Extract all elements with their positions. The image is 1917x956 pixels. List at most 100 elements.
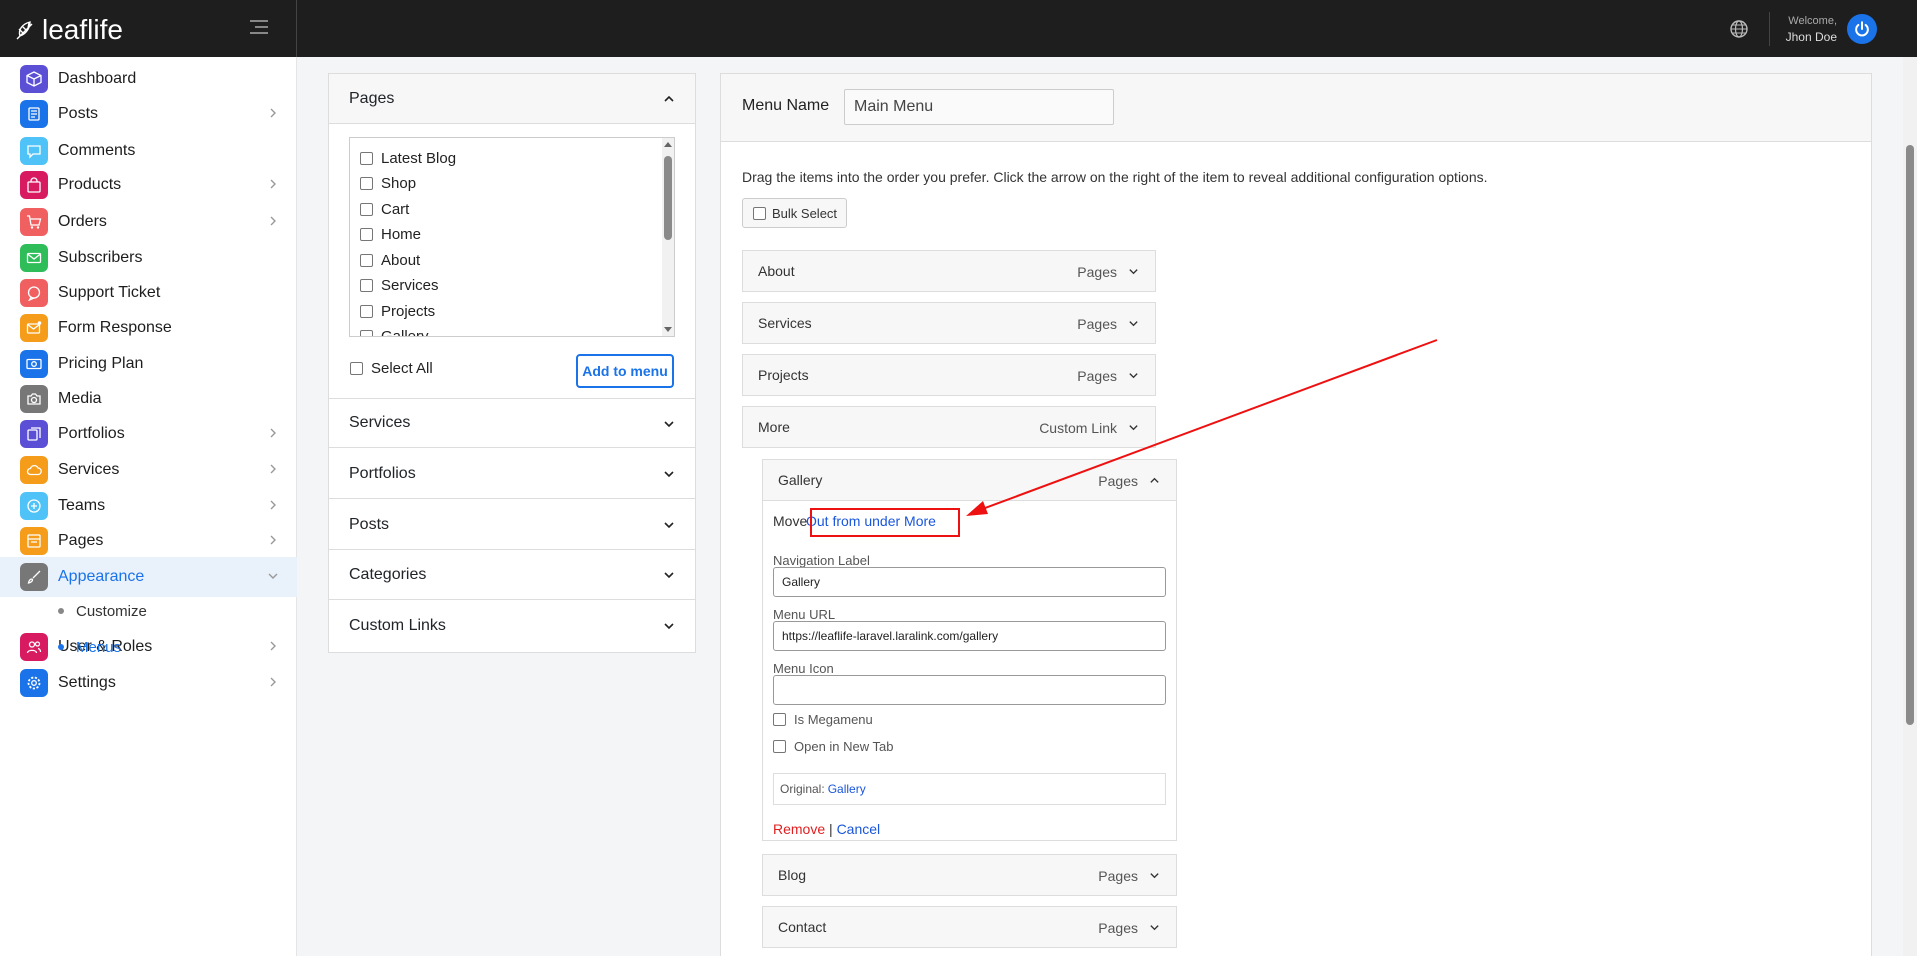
chevron-down-icon[interactable] bbox=[1128, 370, 1139, 381]
sidebar-item-products[interactable]: Products bbox=[0, 165, 297, 205]
accordion-custom-links-header[interactable]: Custom Links bbox=[329, 601, 695, 651]
sidebar-item-orders[interactable]: Orders bbox=[0, 202, 297, 242]
page-option[interactable]: Cart bbox=[360, 201, 409, 218]
remove-link[interactable]: Remove bbox=[773, 821, 825, 837]
page-option[interactable]: Shop bbox=[360, 175, 416, 192]
sidebar-item-support-ticket[interactable]: Support Ticket bbox=[0, 273, 297, 313]
menu-item-services[interactable]: Services Pages bbox=[742, 302, 1156, 344]
plus-circle-icon bbox=[20, 492, 48, 520]
user-name: Jhon Doe bbox=[1785, 29, 1837, 44]
menu-item-blog[interactable]: Blog Pages bbox=[762, 854, 1177, 896]
page-option-checkbox[interactable] bbox=[360, 254, 373, 267]
chevron-down-icon[interactable] bbox=[1149, 870, 1160, 881]
page-option-checkbox[interactable] bbox=[360, 152, 373, 165]
scroll-thumb[interactable] bbox=[664, 156, 672, 240]
page-option-checkbox[interactable] bbox=[360, 177, 373, 190]
accordion-pages-header[interactable]: Pages bbox=[329, 74, 695, 124]
chevron-down-icon[interactable] bbox=[1149, 922, 1160, 933]
pages-checkbox-list[interactable]: Latest Blog Shop Cart Home About Services Proj… bbox=[349, 137, 675, 337]
menu-name-input[interactable] bbox=[844, 89, 1114, 125]
brush-icon bbox=[20, 563, 48, 591]
user-avatar[interactable] bbox=[1847, 13, 1877, 44]
page-option[interactable]: About bbox=[360, 252, 420, 269]
menu-item-more[interactable]: More Custom Link bbox=[742, 406, 1156, 448]
megamenu-option[interactable]: Is Megamenu bbox=[773, 712, 873, 727]
accordion-services-header[interactable]: Services bbox=[329, 398, 695, 448]
chevron-down-icon bbox=[664, 623, 674, 630]
scroll-down-icon[interactable] bbox=[664, 327, 672, 332]
menu-item-projects[interactable]: Projects Pages bbox=[742, 354, 1156, 396]
scroll-up-icon[interactable] bbox=[664, 142, 672, 147]
page-option-checkbox[interactable] bbox=[360, 305, 373, 318]
sidebar-item-label: Posts bbox=[58, 105, 99, 122]
sidebar-item-portfolios[interactable]: Portfolios bbox=[0, 414, 297, 454]
menu-item-label: About bbox=[758, 263, 795, 279]
sidebar-subitem-menus[interactable]: Menus bbox=[0, 628, 297, 666]
navigation-label-input[interactable] bbox=[773, 567, 1166, 597]
page-option[interactable]: Latest Blog bbox=[360, 150, 456, 167]
welcome-text: Welcome, Jhon Doe bbox=[1786, 13, 1837, 45]
chevron-down-icon[interactable] bbox=[1128, 266, 1139, 277]
page-option[interactable]: Gallery bbox=[360, 328, 429, 336]
brand: leaflife bbox=[0, 0, 297, 57]
sidebar-item-label: Form Response bbox=[58, 319, 172, 336]
chat-icon bbox=[20, 137, 48, 165]
chevron-right-icon bbox=[270, 179, 276, 189]
item-actions: Remove | Cancel bbox=[773, 821, 880, 837]
chevron-down-icon[interactable] bbox=[1128, 318, 1139, 329]
menu-item-contact[interactable]: Contact Pages bbox=[762, 906, 1177, 948]
page-option[interactable]: Services bbox=[360, 277, 439, 294]
bulk-select-button[interactable]: Bulk Select bbox=[742, 198, 847, 228]
original-link[interactable]: Gallery bbox=[828, 782, 866, 796]
sidebar-item-pricing-plan[interactable]: Pricing Plan bbox=[0, 344, 297, 384]
megamenu-checkbox[interactable] bbox=[773, 713, 786, 726]
menu-icon-input[interactable] bbox=[773, 675, 1166, 705]
menu-toggle-icon[interactable] bbox=[248, 18, 270, 36]
sidebar-item-pages[interactable]: Pages bbox=[0, 521, 297, 561]
sidebar-subitem-customize[interactable]: Customize bbox=[0, 592, 297, 630]
sidebar-item-dashboard[interactable]: Dashboard bbox=[0, 59, 297, 99]
add-to-menu-button[interactable]: Add to menu bbox=[576, 354, 674, 388]
page-option-checkbox[interactable] bbox=[360, 279, 373, 292]
chevron-up-icon[interactable] bbox=[1149, 475, 1160, 486]
accordion-categories-header[interactable]: Categories bbox=[329, 550, 695, 600]
new-tab-option[interactable]: Open in New Tab bbox=[773, 739, 894, 754]
select-all-checkbox[interactable] bbox=[350, 362, 363, 375]
menu-item-about[interactable]: About Pages bbox=[742, 250, 1156, 292]
sidebar-item-label: Media bbox=[58, 390, 102, 407]
sidebar-item-media[interactable]: Media bbox=[0, 379, 297, 419]
page-option-checkbox[interactable] bbox=[360, 228, 373, 241]
navigation-label-label: Navigation Label bbox=[773, 553, 870, 568]
menu-url-input[interactable] bbox=[773, 621, 1166, 651]
page-option[interactable]: Projects bbox=[360, 303, 435, 320]
list-scrollbar[interactable] bbox=[662, 138, 674, 336]
page-scroll-thumb[interactable] bbox=[1906, 145, 1914, 725]
page-option-checkbox[interactable] bbox=[360, 203, 373, 216]
help-text: Drag the items into the order you prefer… bbox=[742, 169, 1488, 185]
sidebar-item-appearance[interactable]: Appearance bbox=[0, 557, 297, 597]
sidebar-item-settings[interactable]: Settings bbox=[0, 663, 297, 703]
sidebar-item-services[interactable]: Services bbox=[0, 450, 297, 490]
globe-icon[interactable] bbox=[1729, 19, 1749, 39]
page-option[interactable]: Home bbox=[360, 226, 421, 243]
accordion-posts-header[interactable]: Posts bbox=[329, 500, 695, 550]
page-option-checkbox[interactable] bbox=[360, 330, 373, 336]
money-icon bbox=[20, 350, 48, 378]
menu-item-gallery[interactable]: Gallery Pages bbox=[762, 459, 1177, 501]
cube-icon bbox=[20, 65, 48, 93]
new-tab-checkbox[interactable] bbox=[773, 740, 786, 753]
menu-item-type: Pages bbox=[1077, 368, 1117, 384]
sidebar-item-teams[interactable]: Teams bbox=[0, 486, 297, 526]
chevron-down-icon[interactable] bbox=[1128, 422, 1139, 433]
page-scrollbar[interactable] bbox=[1903, 57, 1917, 956]
logo[interactable]: leaflife bbox=[14, 14, 123, 46]
sidebar-item-posts[interactable]: Posts bbox=[0, 94, 297, 134]
bulk-select-checkbox[interactable] bbox=[753, 206, 766, 220]
select-all[interactable]: Select All bbox=[350, 360, 433, 377]
cloud-icon bbox=[20, 456, 48, 484]
accordion-title: Posts bbox=[349, 515, 390, 533]
sidebar-item-form-response[interactable]: Form Response bbox=[0, 308, 297, 348]
accordion-portfolios-header[interactable]: Portfolios bbox=[329, 449, 695, 499]
cancel-link[interactable]: Cancel bbox=[837, 821, 881, 837]
sidebar-item-subscribers[interactable]: Subscribers bbox=[0, 238, 297, 278]
